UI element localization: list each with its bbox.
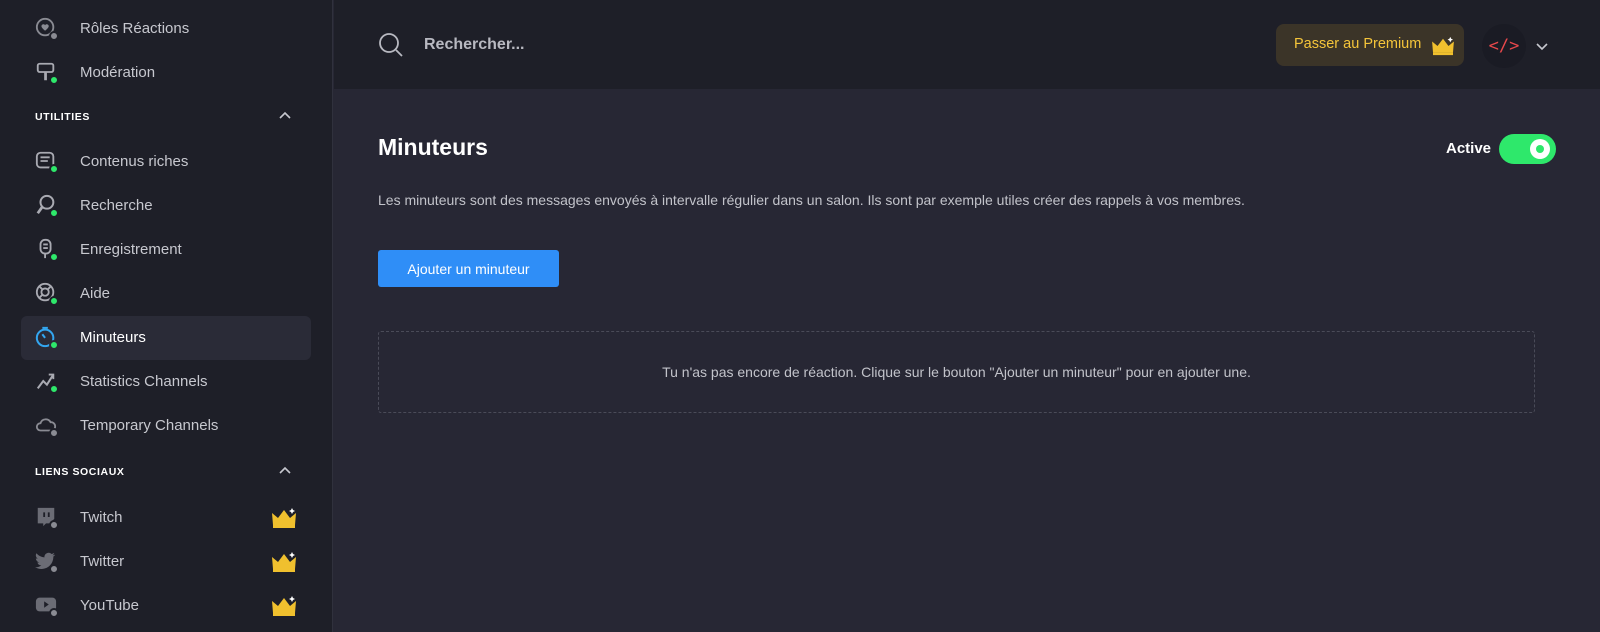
sidebar-item-label: Twitter bbox=[80, 553, 125, 570]
sidebar-item-label: YouTube bbox=[80, 597, 139, 614]
sidebar-item-label: Minuteurs bbox=[80, 329, 146, 346]
hammer-icon bbox=[35, 61, 59, 85]
twitter-icon bbox=[35, 550, 59, 574]
empty-state-box: Tu n'as pas encore de réaction. Clique s… bbox=[378, 331, 1535, 413]
sidebar-item-moderation[interactable]: Modération bbox=[21, 51, 311, 95]
chart-icon bbox=[35, 370, 59, 394]
heart-icon bbox=[35, 17, 59, 41]
sidebar-item-label: Statistics Channels bbox=[80, 373, 208, 390]
page-description: Les minuteurs sont des messages envoyés … bbox=[378, 192, 1245, 208]
help-icon bbox=[35, 282, 59, 306]
search-input[interactable] bbox=[424, 30, 724, 60]
sidebar-item-enregistrement[interactable]: Enregistrement bbox=[21, 228, 311, 272]
sidebar-item-label: Recherche bbox=[80, 197, 153, 214]
module-active-toggle[interactable] bbox=[1499, 134, 1556, 164]
sidebar-item-roles-reactions[interactable]: Rôles Réactions bbox=[21, 7, 311, 51]
sidebar-item-youtube[interactable]: YouTube bbox=[21, 584, 311, 628]
toggle-label: Active bbox=[1446, 140, 1492, 157]
chevron-up-icon[interactable] bbox=[277, 463, 293, 479]
sidebar-item-label: Twitch bbox=[80, 509, 123, 526]
section-title-liens-sociaux[interactable]: LIENS SOCIAUX bbox=[35, 466, 315, 486]
chevron-up-icon[interactable] bbox=[277, 108, 293, 124]
sidebar-item-label: Aide bbox=[80, 285, 111, 302]
sidebar: Rôles Réactions Modération UTILITIES Con… bbox=[0, 0, 333, 632]
crown-icon bbox=[272, 508, 296, 528]
twitch-icon bbox=[35, 506, 59, 530]
section-title-utilities[interactable]: UTILITIES bbox=[35, 111, 315, 131]
cloud-icon bbox=[35, 414, 59, 438]
sidebar-item-label: Temporary Channels bbox=[80, 417, 219, 434]
avatar[interactable]: </> bbox=[1482, 24, 1526, 68]
sidebar-item-recherche[interactable]: Recherche bbox=[21, 184, 311, 228]
sidebar-item-label: Modération bbox=[80, 64, 156, 81]
recording-icon bbox=[35, 238, 59, 262]
top-header: Passer au Premium </> bbox=[334, 0, 1600, 89]
add-timer-button[interactable]: Ajouter un minuteur bbox=[378, 250, 559, 287]
page-title: Minuteurs bbox=[378, 134, 488, 160]
upgrade-premium-button[interactable]: Passer au Premium bbox=[1276, 24, 1464, 66]
sidebar-item-contenus-riches[interactable]: Contenus riches bbox=[21, 140, 311, 184]
timer-icon bbox=[35, 326, 59, 350]
message-icon bbox=[35, 150, 59, 174]
sidebar-item-temporary-channels[interactable]: Temporary Channels bbox=[21, 404, 311, 448]
sidebar-item-statistics-channels[interactable]: Statistics Channels bbox=[21, 360, 311, 404]
sidebar-item-label: Contenus riches bbox=[80, 153, 189, 170]
crown-icon bbox=[1432, 36, 1454, 56]
sidebar-item-minuteurs[interactable]: Minuteurs bbox=[21, 316, 311, 360]
sidebar-item-label: Rôles Réactions bbox=[80, 20, 190, 37]
toggle-knob bbox=[1530, 139, 1550, 159]
sidebar-item-twitter[interactable]: Twitter bbox=[21, 540, 311, 584]
magnifier-icon bbox=[35, 194, 59, 218]
sidebar-item-twitch[interactable]: Twitch bbox=[21, 496, 311, 540]
search-icon[interactable] bbox=[378, 32, 404, 58]
empty-state-message: Tu n'as pas encore de réaction. Clique s… bbox=[662, 364, 1251, 380]
youtube-icon bbox=[35, 594, 59, 618]
section-title-label: LIENS SOCIAUX bbox=[35, 466, 125, 478]
premium-button-label: Passer au Premium bbox=[1294, 36, 1422, 52]
crown-icon bbox=[272, 552, 296, 572]
sidebar-item-label: Enregistrement bbox=[80, 241, 182, 258]
sidebar-item-aide[interactable]: Aide bbox=[21, 272, 311, 316]
section-title-label: UTILITIES bbox=[35, 111, 90, 123]
crown-icon bbox=[272, 596, 296, 616]
chevron-down-icon[interactable] bbox=[1534, 38, 1550, 54]
